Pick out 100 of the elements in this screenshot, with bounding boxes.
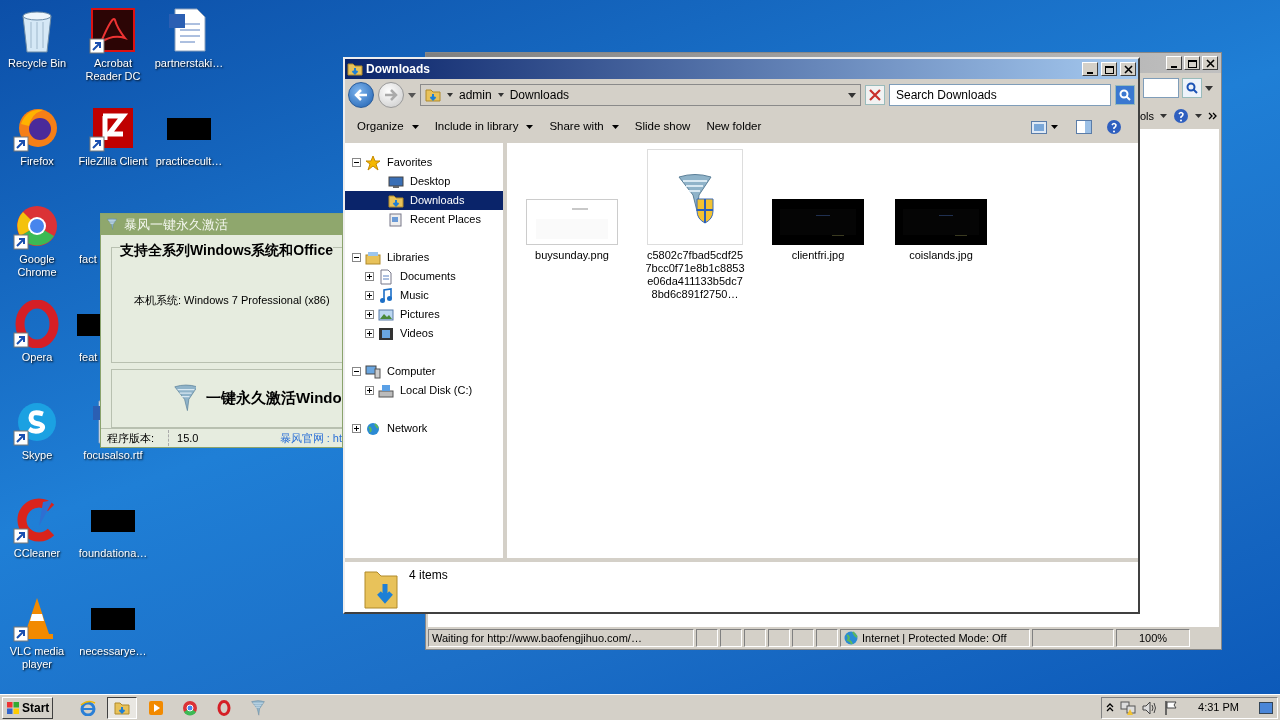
help-icon[interactable]: [1106, 119, 1122, 135]
network-icon[interactable]: [1120, 699, 1137, 716]
chevron-icon[interactable]: [1106, 703, 1115, 712]
close-icon: [869, 89, 881, 101]
icon-label[interactable]: Google Chrome: [0, 253, 74, 279]
icon-label[interactable]: VLC media player: [0, 645, 74, 671]
expand-icon[interactable]: [365, 310, 374, 319]
show-desktop-icon[interactable]: [1259, 701, 1273, 714]
drive-icon[interactable]: [378, 382, 394, 399]
four-squares-logo-icon[interactable]: [6, 700, 20, 715]
caret-icon[interactable]: [411, 125, 419, 129]
film-icon[interactable]: [378, 325, 394, 342]
tools-menu[interactable]: ols: [1139, 107, 1154, 125]
search-button[interactable]: [1182, 78, 1202, 98]
tree-item[interactable]: Documents: [345, 267, 503, 286]
file-name[interactable]: clientfri.jpg: [768, 249, 868, 262]
toolbar-button[interactable]: Share with: [543, 115, 625, 139]
tree-item[interactable]: Network: [345, 419, 503, 438]
zoom-level[interactable]: 100%: [1116, 629, 1190, 647]
tree-item[interactable]: Pictures: [345, 305, 503, 324]
tree-item[interactable]: Downloads: [345, 191, 503, 210]
website-link[interactable]: 暴风官网 : ht: [279, 429, 342, 447]
icon-label[interactable]: practicecult…: [152, 155, 226, 168]
star-icon[interactable]: [365, 154, 381, 171]
icon-label[interactable]: Recycle Bin: [0, 57, 74, 70]
picture-icon[interactable]: [378, 306, 394, 323]
expand-icon[interactable]: [365, 291, 374, 300]
toolbar-button[interactable]: New folder: [700, 115, 768, 139]
breadcrumb-item[interactable]: Downloads: [509, 86, 570, 104]
globe-icon[interactable]: [365, 420, 381, 437]
expand-icon[interactable]: [365, 272, 374, 281]
caret-icon[interactable]: [1160, 114, 1167, 118]
browser-icon[interactable]: [182, 699, 199, 716]
toolbar-button[interactable]: Organize: [351, 115, 425, 139]
toolbar-button[interactable]: Include in library: [428, 115, 540, 139]
icon-label[interactable]: FileZilla Client: [76, 155, 150, 168]
collapse-icon[interactable]: [352, 367, 361, 376]
folder-icon: [347, 61, 363, 77]
pdf-app-icon[interactable]: [89, 6, 137, 54]
search-field[interactable]: Search Downloads: [889, 84, 1111, 106]
icon-label[interactable]: Firefox: [0, 155, 74, 168]
search-button[interactable]: [1115, 85, 1135, 105]
expand-icon[interactable]: [365, 329, 374, 338]
collapse-icon[interactable]: [352, 158, 361, 167]
breadcrumb-item[interactable]: admin: [459, 86, 492, 104]
icon-label[interactable]: CCleaner: [0, 547, 74, 560]
taskbar-button[interactable]: [107, 696, 138, 719]
icon-label[interactable]: Skype: [0, 449, 74, 462]
file-name[interactable]: coislands.jpg: [891, 249, 991, 262]
icon-label[interactable]: foundationa…: [76, 547, 150, 560]
icon-label[interactable]: Acrobat Reader DC: [76, 57, 150, 83]
icon-label[interactable]: partnerstaki…: [152, 57, 226, 70]
tree-item[interactable]: Desktop: [345, 172, 503, 191]
back-button[interactable]: [348, 82, 374, 108]
tree-item[interactable]: Recent Places: [345, 210, 503, 229]
ring-icon[interactable]: [13, 300, 61, 348]
flag-icon[interactable]: [1164, 699, 1179, 716]
chevron-icon[interactable]: [1208, 112, 1217, 120]
expand-icon[interactable]: [365, 386, 374, 395]
tree-item[interactable]: Videos: [345, 324, 503, 343]
icon-label[interactable]: necessarye…: [76, 645, 150, 658]
help-icon[interactable]: [1173, 108, 1189, 124]
file-name[interactable]: buysunday.png: [522, 249, 622, 262]
caret-icon[interactable]: [1195, 114, 1202, 118]
globe-icon: [844, 631, 858, 645]
tree-item[interactable]: Libraries: [345, 248, 503, 267]
status-text: Waiting for http://www.baofengjihuo.com/…: [428, 629, 694, 647]
address-bar[interactable]: admin Downloads: [420, 84, 861, 106]
tree-item[interactable]: Local Disk (C:): [345, 381, 503, 400]
preview-pane-icon[interactable]: [1076, 120, 1092, 134]
zone-text: Internet | Protected Mode: Off: [862, 630, 1007, 646]
start-button[interactable]: Start: [2, 696, 54, 719]
tree-item[interactable]: Favorites: [345, 153, 503, 172]
caret-icon[interactable]: [1205, 85, 1213, 91]
icon-label[interactable]: Opera: [0, 351, 74, 364]
activate-button[interactable]: 一键永久激活Windo: [111, 369, 342, 428]
folder-icon[interactable]: [388, 192, 404, 209]
clock[interactable]: 4:31 PM: [1198, 699, 1239, 716]
caret-icon: [497, 93, 504, 97]
icon-label[interactable]: feat: [79, 351, 98, 364]
status-pane: [792, 629, 814, 647]
caret-icon: [447, 93, 453, 97]
toolbar-button[interactable]: Slide show: [628, 115, 697, 139]
computer-icon[interactable]: [365, 363, 381, 380]
expand-icon[interactable]: [352, 424, 361, 433]
monitor-icon[interactable]: [388, 173, 404, 190]
collapse-icon[interactable]: [352, 253, 361, 262]
stop-button[interactable]: [865, 85, 885, 105]
ring-icon[interactable]: [216, 699, 233, 716]
file-name[interactable]: c5802c7fbad5cdf257bcc0f71e8b1c8853e06da411133b5dc78bd6c891f2750…: [645, 249, 745, 301]
tree-item[interactable]: Computer: [345, 362, 503, 381]
icon-label[interactable]: fact: [79, 253, 97, 266]
tree-item[interactable]: Music: [345, 286, 503, 305]
icon-label[interactable]: focusalso.rtf: [76, 449, 150, 462]
version-label: 程序版本:: [101, 429, 170, 447]
forward-button[interactable]: [378, 82, 404, 108]
volume-icon[interactable]: [1142, 699, 1159, 716]
music-note-icon[interactable]: [378, 287, 394, 304]
item-count: 4 items: [409, 567, 448, 584]
search-field[interactable]: [1143, 78, 1179, 98]
